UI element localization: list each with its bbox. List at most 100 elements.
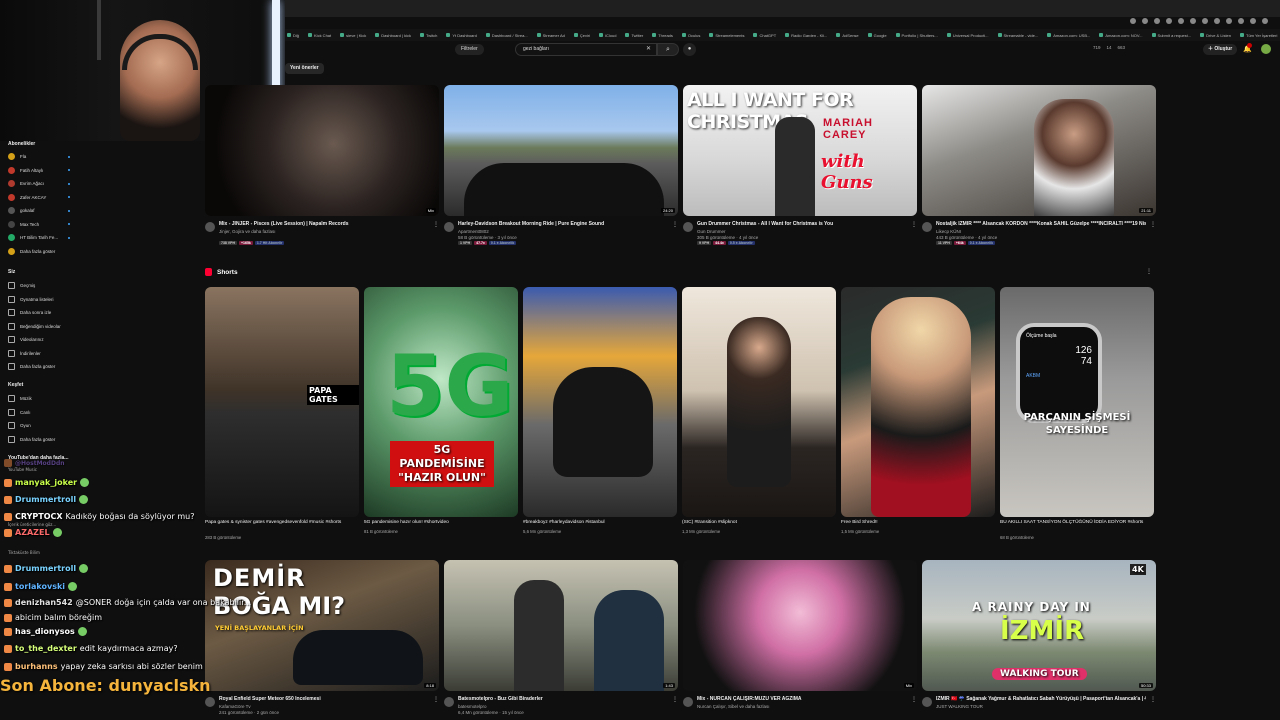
- sidebar-item[interactable]: Daha sonra izle: [8, 309, 70, 316]
- bookmark-item[interactable]: Twitter: [625, 33, 643, 38]
- video-title[interactable]: Mix - JINJER - Pisces (Live Session) | N…: [219, 221, 429, 227]
- bookmark-item[interactable]: Streamelements: [709, 33, 744, 38]
- channel-avatar[interactable]: [683, 697, 693, 707]
- shorts-more-icon[interactable]: ⋮: [1146, 268, 1152, 275]
- sidebar-item[interactable]: Oynatma listeleri: [8, 295, 70, 303]
- bookmark-item[interactable]: Radio Garden - Kli...: [785, 33, 827, 38]
- video-title[interactable]: Mix - NURCAN ÇALIŞIR:MUZU VER AĞZIMA: [697, 696, 907, 702]
- video-card[interactable]: 24:20 Harley-Davidson Breakout Morning Ri…: [444, 85, 678, 245]
- short-thumbnail[interactable]: [682, 287, 836, 517]
- bookmark-item[interactable]: Yt Dashboard: [446, 33, 476, 38]
- sidebar-item[interactable]: Fla: [8, 153, 70, 160]
- video-thumbnail[interactable]: Mix: [683, 560, 917, 691]
- video-card[interactable]: 1:43 Batesmotelpro - Buz Gibi Biraderler b…: [444, 560, 678, 720]
- channel-name[interactable]: Likecp KÜNI: [936, 229, 961, 234]
- bookmark-item[interactable]: Drive & Listen: [1200, 33, 1231, 38]
- short-thumbnail[interactable]: Ölçüme başla 126 74 AKBM PARÇANIN ŞİŞMESİ SA…: [1000, 287, 1154, 517]
- bookmark-item[interactable]: Threads: [652, 33, 673, 38]
- sidebar-item[interactable]: İndirilenler: [8, 349, 70, 357]
- video-card[interactable]: Mix Mix - JINJER - Pisces (Live Session) …: [205, 85, 439, 245]
- bookmark-item[interactable]: Universal Producti...: [947, 33, 989, 38]
- video-thumbnail[interactable]: 21:11: [922, 85, 1156, 216]
- channel-name[interactable]: Apartment0802: [458, 229, 489, 234]
- chip-new-suggestions[interactable]: Yeni önerler: [285, 63, 324, 74]
- video-card[interactable]: A RAINY DAY IN İZMİR WALKING TOUR 4K 50:33 İZ…: [922, 560, 1156, 720]
- video-title[interactable]: Nostaljik İZMİR **** Alsancak KORDON ***…: [936, 221, 1146, 227]
- short-thumbnail[interactable]: 5G 5G PANDEMİSİNE "HAZIR OLUN": [364, 287, 518, 517]
- bookmark-item[interactable]: Submit a request...: [1152, 33, 1192, 38]
- filters-button[interactable]: Filtreler: [455, 44, 484, 55]
- short-title[interactable]: (SIC) #transition #slipknot: [682, 520, 832, 526]
- channel-avatar[interactable]: [683, 222, 693, 232]
- video-title[interactable]: İZMİR 🇹🇷 ☔ Sağanak Yağmur & Rahatlatıcı …: [936, 696, 1146, 702]
- bookmarks-bar[interactable]: Diğ Kick Chat sieve | Kick Dashboard | kick…: [285, 29, 1280, 41]
- sidebar-item[interactable]: Videolarınız: [8, 336, 70, 343]
- sidebar-item[interactable]: Daha fazla göster: [8, 363, 70, 370]
- more-options-icon[interactable]: ⋮: [911, 221, 917, 228]
- sidebar-item[interactable]: Daha fazla göster: [8, 435, 70, 443]
- microphone-icon[interactable]: ●: [683, 43, 696, 56]
- more-options-icon[interactable]: ⋮: [911, 696, 917, 703]
- channel-name[interactable]: Nurcan Çalışır, Sibel ve daha fazlası: [697, 704, 770, 709]
- short-card[interactable]: Free Bird Shred!! 1,5 Mn görüntüleme: [841, 287, 995, 543]
- short-card[interactable]: 5G 5G PANDEMİSİNE "HAZIR OLUN" 5G pandemis…: [364, 287, 518, 543]
- sidebar-item[interactable]: Canlı: [8, 408, 70, 416]
- channel-avatar[interactable]: [922, 222, 932, 232]
- sidebar-item[interactable]: HT Bilim Tarih Fe...: [8, 234, 70, 241]
- channel-name[interactable]: batesmotelpro: [458, 704, 487, 709]
- bookmark-item[interactable]: Portfolio | Shutters...: [896, 33, 938, 38]
- search-input[interactable]: gezi bağları ✕: [515, 43, 657, 56]
- short-title[interactable]: #breakboyz #harleydavidson #istanbul: [523, 520, 673, 526]
- bookmark-item[interactable]: Dashboard / Strea...: [486, 33, 528, 38]
- video-title[interactable]: Gun Drummer Christmas - All I Want for C…: [697, 221, 907, 227]
- bookmark-item[interactable]: iCloud: [599, 33, 616, 38]
- short-title[interactable]: Free Bird Shred!!: [841, 520, 991, 526]
- short-card[interactable]: (SIC) #transition #slipknot 1,3 Mn görünt…: [682, 287, 836, 543]
- bookmark-item[interactable]: Amazon.com: USB...: [1047, 33, 1090, 38]
- short-title[interactable]: 5G pandemisine hazır olun! #shortvideo: [364, 520, 514, 526]
- channel-name[interactable]: Jinjer, Gojira ve daha fazlası: [219, 229, 276, 234]
- bookmark-item[interactable]: Çeviri: [574, 33, 590, 38]
- video-title[interactable]: Harley-Davidson Breakout Morning Ride | …: [458, 221, 668, 227]
- extension-icons[interactable]: [1130, 18, 1268, 26]
- more-options-icon[interactable]: ⋮: [672, 696, 678, 703]
- video-thumbnail[interactable]: 24:20: [444, 85, 678, 216]
- channel-avatar[interactable]: [922, 697, 932, 707]
- sidebar-item[interactable]: Evrim Ağacı: [8, 180, 70, 187]
- bookmark-item[interactable]: ChatGPT: [753, 33, 776, 38]
- sidebar-item[interactable]: Daha fazla göster: [8, 247, 70, 255]
- more-options-icon[interactable]: ⋮: [672, 221, 678, 228]
- short-card[interactable]: #breakboyz #harleydavidson #istanbul 5,6 …: [523, 287, 677, 543]
- search-icon[interactable]: ⌕: [657, 43, 679, 56]
- bookmark-item[interactable]: Oculus: [682, 33, 700, 38]
- sidebar-item[interactable]: Max Tech: [8, 220, 70, 228]
- channel-avatar[interactable]: [444, 222, 454, 232]
- bookmark-item[interactable]: Amazon.com: NOV...: [1099, 33, 1142, 38]
- sidebar-item[interactable]: Geçmiş: [8, 282, 70, 289]
- video-thumbnail[interactable]: Mix: [205, 85, 439, 216]
- more-options-icon[interactable]: ⋮: [433, 696, 439, 703]
- video-title[interactable]: Batesmotelpro - Buz Gibi Biraderler: [458, 696, 668, 702]
- sidebar-item[interactable]: Fatih Altaylı: [8, 166, 70, 174]
- bookmark-item[interactable]: AdSense: [836, 33, 858, 38]
- create-button[interactable]: ＋ Oluştur: [1203, 44, 1238, 55]
- channel-avatar[interactable]: [444, 697, 454, 707]
- account-avatar[interactable]: [1261, 44, 1271, 54]
- bookmark-item[interactable]: Kick Chat: [308, 33, 331, 38]
- bookmark-item[interactable]: Streamable - vide...: [998, 33, 1039, 38]
- video-thumbnail[interactable]: 1:43: [444, 560, 678, 691]
- more-options-icon[interactable]: ⋮: [1150, 696, 1156, 703]
- sidebar-item[interactable]: gokalaf: [8, 207, 70, 214]
- sidebar-item[interactable]: Oyun: [8, 422, 70, 429]
- channel-name[interactable]: Gun Drummer: [697, 229, 726, 234]
- bookmark-item[interactable]: Twitch: [420, 33, 437, 38]
- bookmark-item[interactable]: Streamer Ad: [537, 33, 565, 38]
- video-card[interactable]: 21:11 Nostaljik İZMİR **** Alsancak KORDO…: [922, 85, 1156, 245]
- more-options-icon[interactable]: ⋮: [1150, 221, 1156, 228]
- bookmark-item[interactable]: sieve | Kick: [340, 33, 366, 38]
- short-card[interactable]: Ölçüme başla 126 74 AKBM PARÇANIN ŞİŞMESİ SA…: [1000, 287, 1154, 543]
- video-thumbnail[interactable]: ALL I WANT FOR CHRISTMAS MARIAH CAREY with…: [683, 85, 917, 216]
- short-thumbnail[interactable]: [841, 287, 995, 517]
- sidebar-item[interactable]: Müzik: [8, 395, 70, 402]
- video-thumbnail[interactable]: A RAINY DAY IN İZMİR WALKING TOUR 4K 50:33: [922, 560, 1156, 691]
